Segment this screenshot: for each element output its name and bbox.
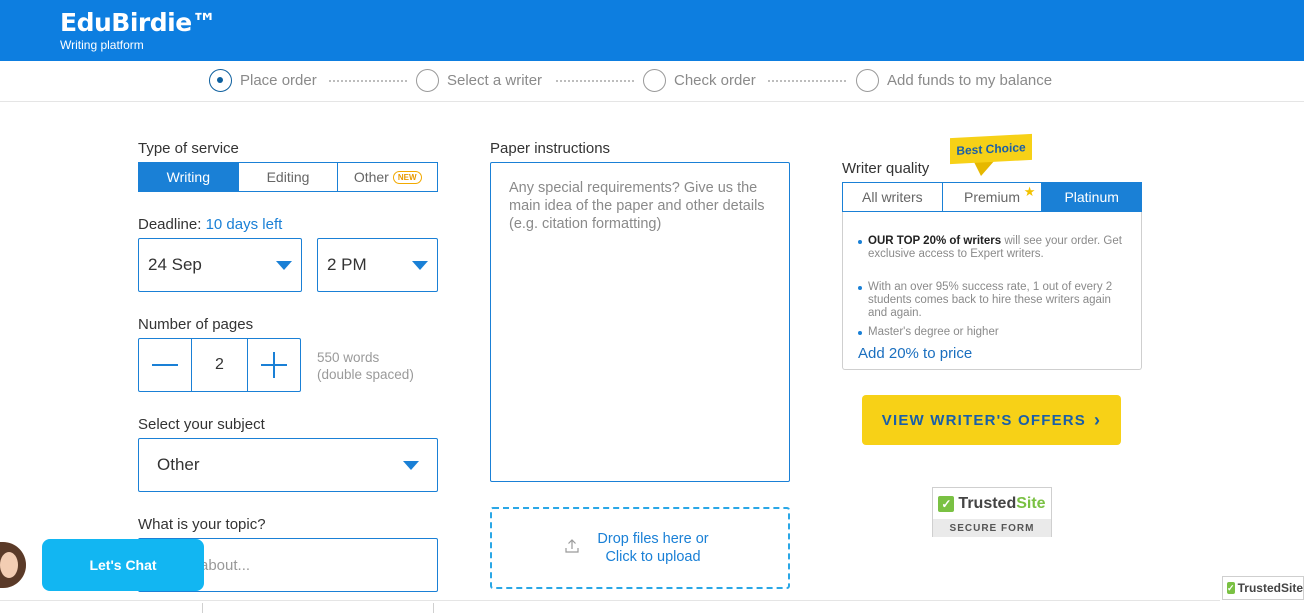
- price-note: Add 20% to price: [858, 345, 973, 362]
- service-option-writing[interactable]: Writing: [139, 163, 239, 191]
- footer-divider-tick: [202, 603, 203, 613]
- pages-stepper: 2: [138, 338, 301, 392]
- service-option-label: Other: [353, 169, 389, 185]
- top-header: EduBirdie™ Writing platform: [0, 0, 1304, 61]
- brand-logo[interactable]: EduBirdie™: [60, 8, 217, 37]
- topic-placeholder: about...: [200, 557, 251, 574]
- avatar-face: [0, 552, 18, 578]
- step-place-order: Place order: [209, 69, 317, 92]
- deadline-date-value: 24 Sep: [148, 255, 202, 274]
- new-badge: NEW: [392, 170, 422, 184]
- tab-all-writers[interactable]: All writers: [843, 183, 943, 211]
- upload-icon: [565, 539, 579, 553]
- trusted-site-badge[interactable]: ✓ Trusted Site SECURE FORM: [932, 487, 1052, 537]
- step-select-writer: Select a writer: [416, 69, 542, 92]
- lets-chat-button[interactable]: Let's Chat: [42, 539, 204, 591]
- step-indicator-icon: [416, 69, 439, 92]
- step-divider: [329, 80, 407, 82]
- word-count-info: 550 words (double spaced): [317, 349, 414, 383]
- deadline-time-value: 2 PM: [327, 255, 367, 274]
- brand-tagline: Writing platform: [60, 38, 144, 52]
- bullet-bold-text: OUR TOP 20% of writers: [868, 235, 1002, 247]
- chevron-down-icon: [403, 461, 419, 470]
- step-divider: [768, 80, 846, 82]
- step-label: Select a writer: [447, 72, 543, 89]
- service-option-editing[interactable]: Editing: [238, 163, 339, 191]
- step-indicator-icon: [643, 69, 666, 92]
- subject-select[interactable]: Other: [138, 438, 438, 492]
- instructions-label: Paper instructions: [490, 140, 611, 157]
- step-label: Add funds to my balance: [887, 72, 1053, 89]
- decrement-button[interactable]: [139, 339, 191, 391]
- step-add-funds: Add funds to my balance: [856, 69, 1052, 92]
- subject-value: Other: [157, 455, 200, 474]
- chevron-down-icon: [276, 261, 292, 270]
- pages-value[interactable]: 2: [191, 339, 248, 391]
- trusted-text: Trusted: [958, 494, 1017, 512]
- deadline-time-select[interactable]: 2 PM: [317, 238, 438, 292]
- step-label: Place order: [240, 72, 317, 89]
- subject-label: Select your subject: [138, 416, 265, 433]
- chat-agent-avatar[interactable]: [0, 540, 28, 590]
- days-left-text: 10 days left: [205, 216, 283, 233]
- step-divider: [556, 80, 634, 82]
- chevron-down-icon: [412, 261, 428, 270]
- deadline-label: Deadline: 10 days left: [138, 216, 282, 233]
- topic-label: What is your topic?: [138, 516, 266, 533]
- quality-bullet: Master's degree or higher: [858, 326, 1128, 339]
- check-icon: ✓: [938, 495, 955, 512]
- writer-quality-label: Writer quality: [842, 160, 930, 177]
- trusted-site-mini-badge[interactable]: ✓ TrustedSite: [1222, 576, 1304, 600]
- writer-quality-details: OUR TOP 20% of writers will see your ord…: [842, 212, 1142, 370]
- drop-files-text: Drop files here or: [597, 531, 709, 547]
- button-label: VIEW WRITER'S OFFERS: [881, 411, 1087, 429]
- service-type-label: Type of service: [138, 140, 239, 157]
- spacing-note: (double spaced): [317, 367, 414, 382]
- step-active-indicator-icon: [209, 69, 232, 92]
- service-option-other[interactable]: Other NEW: [338, 163, 438, 191]
- instructions-textarea[interactable]: Any special requirements? Give us the ma…: [490, 162, 790, 482]
- plus-icon-vertical: [273, 352, 275, 378]
- service-type-selector: Writing Editing Other NEW: [138, 162, 438, 192]
- tab-platinum[interactable]: Platinum: [1042, 183, 1142, 219]
- increment-button[interactable]: [248, 339, 300, 391]
- site-text: Site: [1016, 494, 1046, 512]
- view-writers-offers-button[interactable]: VIEW WRITER'S OFFERS ›: [862, 395, 1121, 445]
- check-icon: ✓: [1227, 582, 1235, 594]
- quality-bullet: OUR TOP 20% of writers will see your ord…: [858, 235, 1128, 261]
- footer-divider: [0, 600, 1220, 601]
- trusted-site-logo: ✓ Trusted Site: [933, 488, 1051, 519]
- step-label: Check order: [674, 72, 756, 89]
- step-check-order: Check order: [643, 69, 756, 92]
- tab-label: Premium: [964, 189, 1021, 205]
- chevron-right-icon: ›: [1094, 409, 1102, 430]
- step-indicator-icon: [856, 69, 879, 92]
- writer-quality-tabs: All writers Premium ★ Platinum: [842, 182, 1142, 219]
- pages-label: Number of pages: [138, 316, 254, 333]
- deadline-date-select[interactable]: 24 Sep: [138, 238, 302, 292]
- star-icon: ★: [1023, 184, 1036, 199]
- dropzone-text[interactable]: Drop files here or Click to upload: [588, 530, 718, 566]
- mini-badge-text: TrustedSite: [1237, 581, 1303, 595]
- quality-bullet: With an over 95% success rate, 1 out of …: [858, 281, 1128, 320]
- best-choice-ribbon: Best Choice: [950, 133, 1032, 165]
- click-upload-text: Click to upload: [605, 549, 701, 565]
- minus-icon: [152, 364, 178, 366]
- footer-divider-tick: [433, 603, 434, 613]
- tab-premium[interactable]: Premium ★: [942, 183, 1043, 211]
- word-count: 550 words: [317, 350, 380, 365]
- order-progress-steps: Place order Select a writer Check order …: [0, 61, 1304, 102]
- deadline-label-text: Deadline:: [138, 216, 202, 233]
- secure-form-caption: SECURE FORM: [933, 519, 1051, 537]
